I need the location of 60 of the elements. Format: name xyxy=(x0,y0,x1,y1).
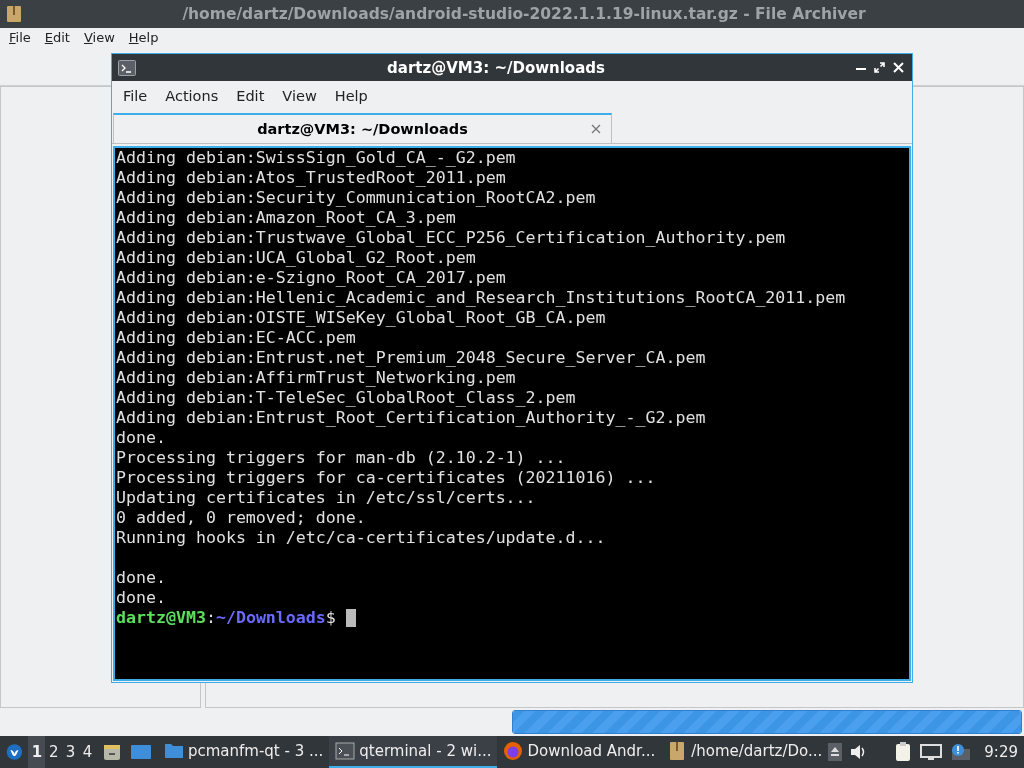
terminal-icon xyxy=(335,741,356,761)
browser-icon xyxy=(503,741,524,761)
desktop-switch[interactable]: 1 xyxy=(28,736,46,768)
output-line: Adding debian:SwissSign_Gold_CA_-_G2.pem xyxy=(116,148,516,168)
menu-item[interactable]: Actions xyxy=(156,88,228,104)
output-line: Adding debian:e-Szigno_Root_CA_2017.pem xyxy=(116,268,506,288)
network-icon[interactable] xyxy=(920,743,943,761)
eject-icon[interactable] xyxy=(828,743,843,761)
desktop-switch[interactable]: 2 xyxy=(45,736,63,768)
terminal-tab[interactable]: dartz@VM3: ~/Downloads xyxy=(113,113,612,143)
output-line: Adding debian:Amazon_Root_CA_3.pem xyxy=(116,208,456,228)
output-line: Adding debian:Entrust.net_Premium_2048_Secure_Server_CA.pem xyxy=(116,348,706,368)
menu-item[interactable]: Help xyxy=(325,88,377,104)
menu-item[interactable]: View xyxy=(83,30,115,45)
output-line: done. xyxy=(116,428,166,448)
output-line: done. xyxy=(116,568,166,588)
menu-item[interactable]: Edit xyxy=(227,88,274,104)
text-cursor xyxy=(345,609,356,627)
output-line: Adding debian:Trustwave_Global_ECC_P256_Certification_Authority.pem xyxy=(116,228,786,248)
desktop-icon[interactable] xyxy=(129,743,152,761)
output-line: Adding debian:T-TeleSec_GlobalRoot_Class_2.pem xyxy=(116,388,576,408)
output-line: Processing triggers for ca-certificates (20211016) ... xyxy=(116,468,656,488)
output-line: Running hooks in /etc/ca-certificates/update.d... xyxy=(116,528,606,548)
menu-item[interactable]: File xyxy=(9,30,31,45)
prompt-path: ~/Downloads xyxy=(215,608,326,628)
desktop-switch[interactable]: 4 xyxy=(79,736,96,768)
terminal-icon xyxy=(118,59,136,76)
notification-icon[interactable] xyxy=(950,743,971,761)
file-cabinet-icon[interactable] xyxy=(101,742,122,762)
menu-item[interactable]: View xyxy=(273,88,326,104)
output-line: Adding debian:EC-ACC.pem xyxy=(116,328,356,348)
output-line: Adding debian:Security_Communication_RootCA2.pem xyxy=(116,188,596,208)
prompt-separator: : xyxy=(205,608,216,628)
clock[interactable]: 9:29 xyxy=(984,743,1018,761)
taskbar-task[interactable]: pcmanfm-qt - 3 ... xyxy=(157,736,330,768)
output-line: 0 added, 0 removed; done. xyxy=(116,508,366,528)
output-line: Processing triggers for man-db (2.10.2-1) ... xyxy=(116,448,566,468)
output-line: Adding debian:Entrust_Root_Certification_Authority_-_G2.pem xyxy=(116,408,706,428)
archive-icon xyxy=(6,5,22,23)
window-title: dartz@VM3: ~/Downloads xyxy=(386,58,606,77)
output-line: Adding debian:OISTE_WISeKey_Global_Root_GB_CA.pem xyxy=(116,308,606,328)
prompt-symbol: $ xyxy=(325,608,336,628)
menu-item[interactable]: Edit xyxy=(44,30,70,45)
output-line: Updating certificates in /etc/ssl/certs... xyxy=(116,488,536,508)
taskbar-task[interactable]: qterminal - 2 wi... xyxy=(329,736,498,768)
output-line: Adding debian:Atos_TrustedRoot_2011.pem xyxy=(116,168,506,188)
folder-icon xyxy=(163,741,184,761)
maximize-icon[interactable] xyxy=(874,62,885,73)
menu-item[interactable]: Help xyxy=(128,30,159,45)
desktop-switch[interactable]: 3 xyxy=(62,736,80,768)
prompt-user: dartz@VM3 xyxy=(116,608,206,628)
output-line: Adding debian:Hellenic_Academic_and_Research_Institutions_RootCA_2011.pem xyxy=(116,288,846,308)
clipboard-icon[interactable] xyxy=(894,742,913,762)
window-title: /home/dartz/Downloads/android-studio-2022.1.1.19-linux.tar.gz - File Archiver xyxy=(181,5,867,23)
menu-item[interactable]: File xyxy=(114,88,157,104)
output-line: Adding debian:UCA_Global_G2_Root.pem xyxy=(116,248,476,268)
output-line: Adding debian:AffirmTrust_Networking.pem xyxy=(116,368,516,388)
taskbar-task[interactable]: /home/dartz/Do... xyxy=(661,736,829,768)
taskbar-task[interactable]: Download Andr... xyxy=(497,736,662,768)
output-line: done. xyxy=(116,588,166,608)
